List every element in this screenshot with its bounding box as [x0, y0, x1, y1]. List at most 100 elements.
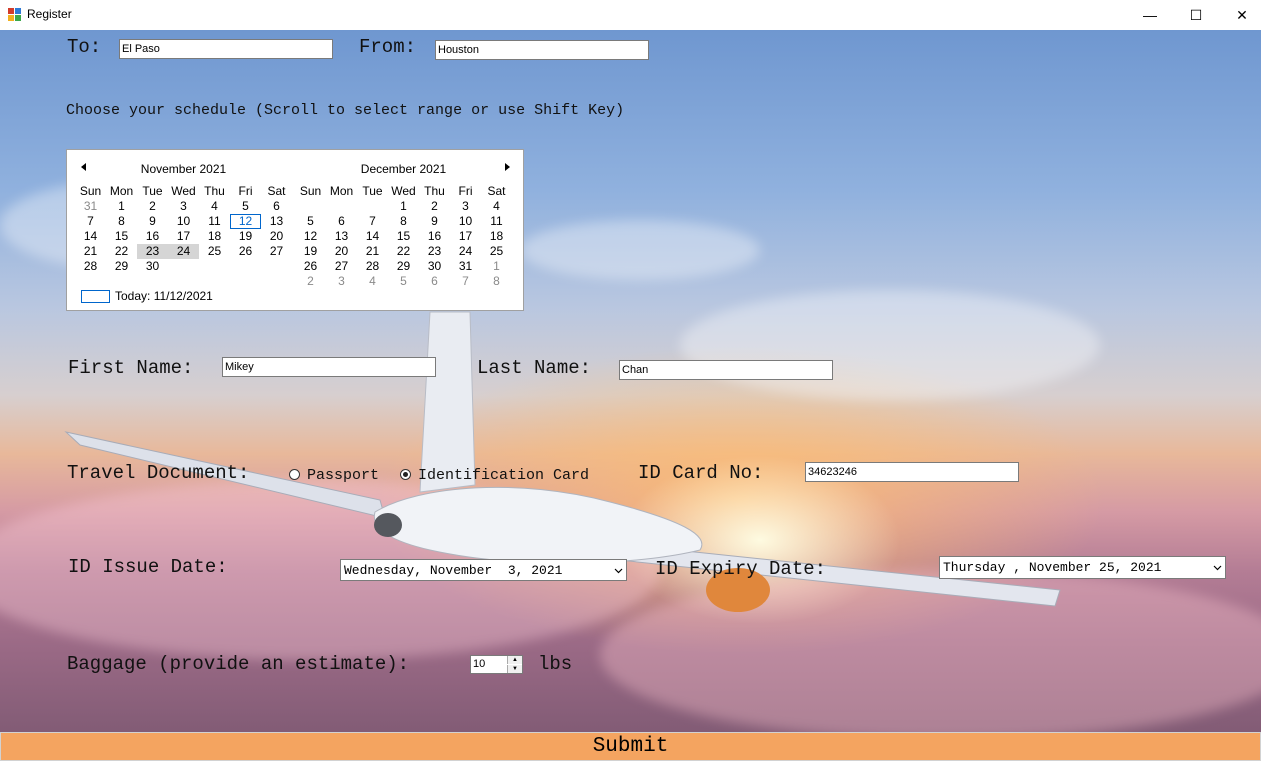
calendar-day[interactable]: 15: [388, 229, 419, 244]
last-name-input[interactable]: Chan: [619, 360, 833, 380]
calendar-day[interactable]: 10: [450, 214, 481, 229]
calendar-day[interactable]: 15: [106, 229, 137, 244]
identification-card-radio-label[interactable]: Identification Card: [418, 467, 589, 484]
chevron-down-icon: [614, 568, 623, 574]
calendar-day[interactable]: 3: [326, 274, 357, 289]
calendar-day[interactable]: 23: [419, 244, 450, 259]
calendar-day[interactable]: 23: [137, 244, 168, 259]
baggage-label: Baggage (provide an estimate):: [67, 653, 410, 675]
id-issue-date-value: Wednesday, November 3, 2021: [344, 562, 563, 578]
calendar-day[interactable]: 22: [388, 244, 419, 259]
calendar-day[interactable]: 8: [388, 214, 419, 229]
calendar-day[interactable]: 2: [137, 199, 168, 214]
calendar-day[interactable]: 28: [75, 259, 106, 274]
from-input[interactable]: Houston: [435, 40, 649, 60]
calendar-day[interactable]: 19: [295, 244, 326, 259]
calendar-day[interactable]: 1: [481, 259, 512, 274]
minimize-button[interactable]: —: [1127, 0, 1173, 30]
calendar-day[interactable]: 27: [261, 244, 292, 259]
calendar-day[interactable]: 20: [326, 244, 357, 259]
submit-button-label: Submit: [592, 735, 669, 758]
maximize-icon: ☐: [1189, 6, 1203, 23]
calendar-day[interactable]: 6: [261, 199, 292, 214]
calendar-day[interactable]: 18: [199, 229, 230, 244]
calendar-day[interactable]: 29: [388, 259, 419, 274]
calendar-day[interactable]: 10: [168, 214, 199, 229]
calendar-day[interactable]: 4: [481, 199, 512, 214]
id-expiry-date-picker[interactable]: Thursday , November 25, 2021: [939, 556, 1226, 579]
calendar-day[interactable]: 13: [261, 214, 292, 229]
weekday-header: Wed: [391, 184, 416, 198]
maximize-button[interactable]: ☐: [1173, 0, 1219, 30]
calendar-day[interactable]: 29: [106, 259, 137, 274]
calendar-day[interactable]: 17: [168, 229, 199, 244]
calendar-day[interactable]: 30: [137, 259, 168, 274]
calendar-day[interactable]: 31: [75, 199, 106, 214]
month-calendar[interactable]: November 2021 Sun Mon Tue Wed Thu Fri Sa…: [66, 149, 524, 311]
calendar-day[interactable]: 11: [199, 214, 230, 229]
calendar-day[interactable]: 1: [106, 199, 137, 214]
calendar-day[interactable]: 5: [388, 274, 419, 289]
identification-card-radio[interactable]: [400, 469, 411, 480]
close-button[interactable]: ✕: [1219, 0, 1261, 30]
calendar-day[interactable]: 24: [450, 244, 481, 259]
calendar-day[interactable]: 12: [230, 214, 261, 229]
spin-up-button[interactable]: ▲: [507, 656, 522, 664]
calendar-day[interactable]: 14: [75, 229, 106, 244]
id-issue-date-picker[interactable]: Wednesday, November 3, 2021: [340, 559, 627, 581]
calendar-day[interactable]: 22: [106, 244, 137, 259]
calendar-day[interactable]: 12: [295, 229, 326, 244]
first-name-input[interactable]: Mikey: [222, 357, 436, 377]
chevron-down-icon: ▼: [512, 666, 518, 672]
calendar-day[interactable]: 2: [419, 199, 450, 214]
calendar-day[interactable]: 28: [357, 259, 388, 274]
id-card-number-input[interactable]: 34623246: [805, 462, 1019, 482]
calendar-day[interactable]: 7: [75, 214, 106, 229]
calendar-day[interactable]: 17: [450, 229, 481, 244]
calendar-day[interactable]: 30: [419, 259, 450, 274]
today-link[interactable]: Today: 11/12/2021: [115, 289, 213, 303]
calendar-day[interactable]: 3: [168, 199, 199, 214]
calendar-day[interactable]: 21: [75, 244, 106, 259]
to-input[interactable]: El Paso: [119, 39, 333, 59]
calendar-day[interactable]: 7: [357, 214, 388, 229]
calendar-day[interactable]: 14: [357, 229, 388, 244]
baggage-numeric-input[interactable]: 10 ▲ ▼: [470, 655, 523, 674]
calendar-day[interactable]: 20: [261, 229, 292, 244]
calendar-day[interactable]: 27: [326, 259, 357, 274]
calendar-day[interactable]: 16: [137, 229, 168, 244]
calendar-day[interactable]: 7: [450, 274, 481, 289]
calendar-day[interactable]: 11: [481, 214, 512, 229]
submit-button[interactable]: Submit: [0, 732, 1261, 761]
calendar-day[interactable]: 2: [295, 274, 326, 289]
calendar-day[interactable]: 6: [419, 274, 450, 289]
calendar-day[interactable]: 8: [481, 274, 512, 289]
weekday-header: Mon: [329, 184, 354, 198]
calendar-day[interactable]: 4: [199, 199, 230, 214]
calendar-day[interactable]: 31: [450, 259, 481, 274]
calendar-day[interactable]: 25: [199, 244, 230, 259]
calendar-day[interactable]: 3: [450, 199, 481, 214]
spin-down-button[interactable]: ▼: [507, 665, 522, 673]
calendar-day[interactable]: 19: [230, 229, 261, 244]
id-card-number-label: ID Card No:: [638, 462, 764, 484]
calendar-day[interactable]: 6: [326, 214, 357, 229]
calendar-day[interactable]: 9: [137, 214, 168, 229]
calendar-day[interactable]: 21: [357, 244, 388, 259]
calendar-day[interactable]: 5: [230, 199, 261, 214]
calendar-day[interactable]: 13: [326, 229, 357, 244]
calendar-day[interactable]: 24: [168, 244, 199, 259]
calendar-day[interactable]: 26: [295, 259, 326, 274]
calendar-day[interactable]: 9: [419, 214, 450, 229]
calendar-day[interactable]: 18: [481, 229, 512, 244]
calendar-day[interactable]: 5: [295, 214, 326, 229]
id-issue-date-label: ID Issue Date:: [68, 556, 228, 578]
calendar-day[interactable]: 4: [357, 274, 388, 289]
passport-radio[interactable]: [289, 469, 300, 480]
calendar-day[interactable]: 16: [419, 229, 450, 244]
calendar-day[interactable]: 1: [388, 199, 419, 214]
passport-radio-label[interactable]: Passport: [307, 467, 379, 484]
calendar-day[interactable]: 8: [106, 214, 137, 229]
calendar-day[interactable]: 26: [230, 244, 261, 259]
calendar-day[interactable]: 25: [481, 244, 512, 259]
